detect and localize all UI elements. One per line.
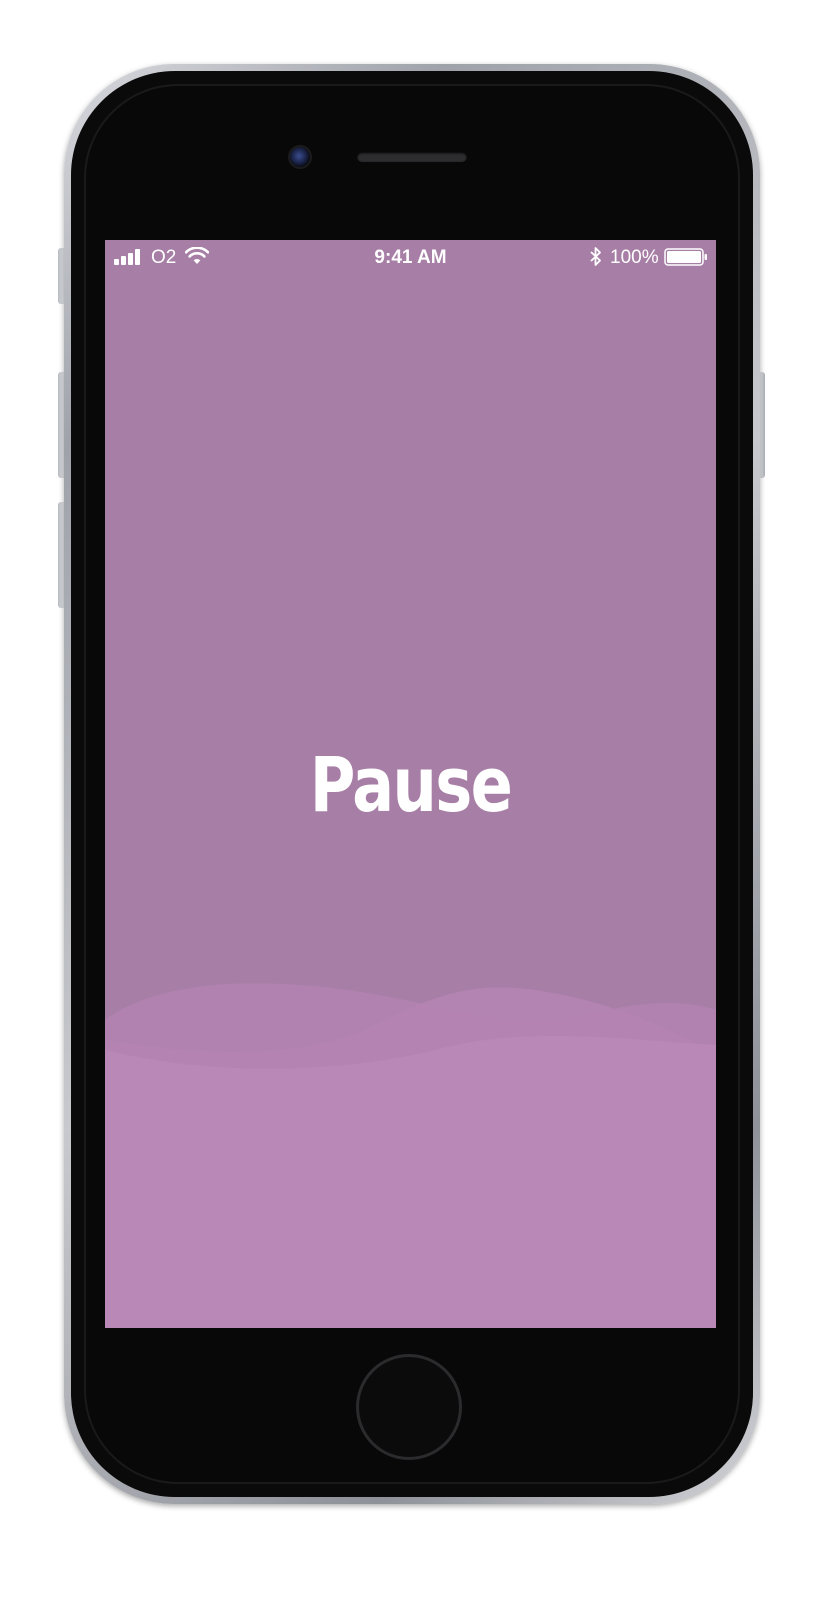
signal-icon xyxy=(114,249,140,265)
front-camera xyxy=(290,147,310,167)
battery-percent: 100% xyxy=(610,247,659,268)
wifi-icon xyxy=(185,247,209,264)
device-mockup: O2 9:41 AM 100% Pause xyxy=(0,0,840,1600)
splash-screen: O2 9:41 AM 100% Pause xyxy=(105,240,716,1328)
carrier-name: O2 xyxy=(151,247,177,268)
home-button[interactable] xyxy=(356,1354,462,1460)
earpiece-speaker xyxy=(357,152,467,162)
app-logo-text: Pause xyxy=(309,740,513,829)
battery-icon xyxy=(664,248,707,266)
status-bar: O2 9:41 AM 100% xyxy=(105,240,716,274)
bluetooth-icon xyxy=(590,247,601,266)
wave-decoration xyxy=(105,983,716,1328)
